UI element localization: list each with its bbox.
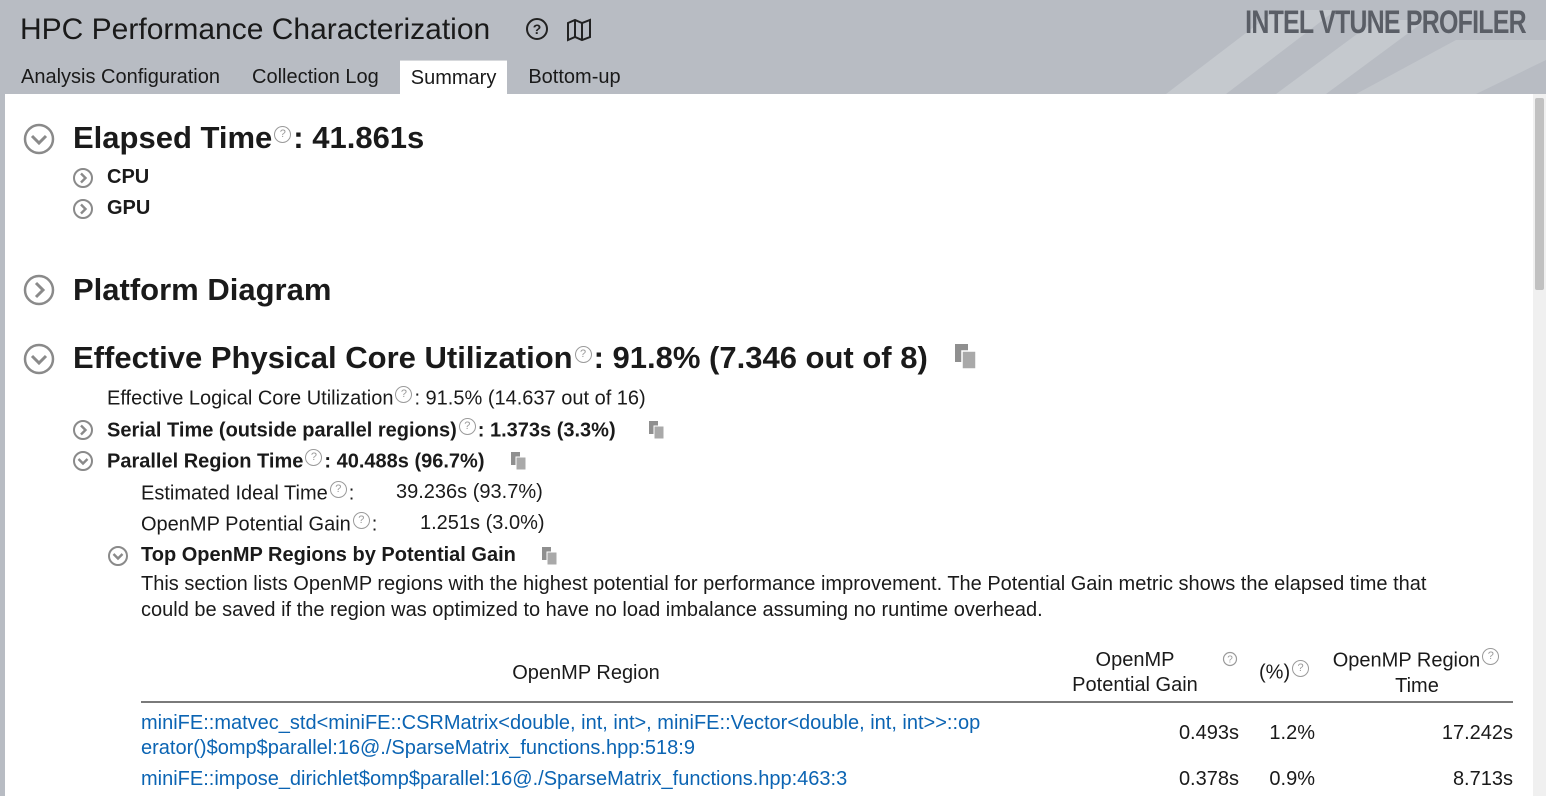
expand-serial-time-icon[interactable] — [72, 419, 94, 441]
parallel-time-row: Parallel Region Time?: 40.488s (96.7%) — [107, 449, 484, 474]
elapsed-time-heading: Elapsed Time?: 41.861s — [73, 120, 424, 156]
scrollbar-thumb[interactable] — [1535, 98, 1544, 290]
serial-time-label: Serial Time (outside parallel regions) — [107, 419, 457, 442]
summary-panel: Elapsed Time?: 41.861s CPU GPU Platform … — [5, 94, 1533, 796]
collapse-core-util-icon[interactable] — [22, 342, 56, 376]
gpu-label[interactable]: GPU — [107, 197, 150, 220]
help-icon[interactable]: ? — [458, 418, 476, 435]
col-header-gain-line1: OpenMP — [1095, 649, 1175, 671]
help-icon[interactable]: ? — [574, 345, 592, 363]
elapsed-time-label: Elapsed Time — [73, 120, 273, 155]
ideal-time-label-wrap: Estimated Ideal Time?: — [141, 481, 354, 506]
brand-logo: INTEL VTUNE PROFILER — [1245, 4, 1526, 40]
help-icon[interactable]: ? — [1222, 651, 1238, 667]
table-row-region-link[interactable]: miniFE::matvec_std<miniFE::CSRMatrix<dou… — [141, 711, 980, 761]
book-map-icon[interactable] — [565, 16, 591, 42]
tab-summary[interactable]: Summary — [399, 60, 508, 94]
potential-gain-label-wrap: OpenMP Potential Gain?: — [141, 512, 377, 537]
cpu-label[interactable]: CPU — [107, 166, 149, 189]
table-cell-gain: 0.493s — [1178, 722, 1239, 744]
vertical-scrollbar[interactable] — [1533, 94, 1546, 796]
page-title: HPC Performance Characterization — [20, 13, 491, 46]
elapsed-time-value: : 41.861s — [293, 120, 425, 155]
ideal-time-colon: : — [348, 482, 355, 505]
potential-gain-value: 1.251s (3.0%) — [420, 512, 545, 534]
table-cell-gain: 0.378s — [1178, 768, 1239, 790]
table-cell-time: 17.242s — [1441, 722, 1513, 744]
col-header-pct[interactable]: (%)? — [1259, 660, 1311, 685]
copy-icon[interactable] — [541, 546, 559, 566]
potential-gain-colon: : — [371, 513, 378, 536]
serial-time-row: Serial Time (outside parallel regions)?:… — [107, 418, 616, 443]
copy-icon[interactable] — [648, 420, 666, 440]
help-icon[interactable]: ? — [305, 449, 323, 466]
tab-bottom-up[interactable]: Bottom-up — [517, 60, 631, 94]
help-icon[interactable]: ? — [524, 16, 550, 42]
region-link-line2[interactable]: erator()$omp$parallel:16@./SparseMatrix_… — [141, 736, 980, 761]
col-header-time-line2: Time — [1395, 674, 1439, 697]
help-icon[interactable]: ? — [1482, 648, 1500, 665]
logical-core-util-value: : 91.5% (14.637 out of 16) — [414, 387, 646, 410]
table-header-divider — [141, 701, 1513, 703]
svg-text:?: ? — [1227, 655, 1233, 666]
core-util-label: Effective Physical Core Utilization — [73, 340, 573, 375]
parallel-time-value: : 40.488s (96.7%) — [324, 450, 485, 473]
table-row-region-link[interactable]: miniFE::impose_dirichlet$omp$parallel:16… — [141, 768, 847, 791]
top-regions-description-line1: This section lists OpenMP regions with t… — [141, 573, 1427, 595]
col-header-gain[interactable]: OpenMP Potential Gain — [1060, 648, 1210, 698]
potential-gain-label: OpenMP Potential Gain — [141, 513, 351, 536]
top-regions-description-line2: could be saved if the region was optimiz… — [141, 599, 1043, 621]
logical-core-util-label: Effective Logical Core Utilization — [107, 387, 394, 410]
collapse-top-regions-icon[interactable] — [107, 545, 129, 567]
core-util-heading: Effective Physical Core Utilization?: 91… — [73, 340, 928, 376]
tab-collection-log[interactable]: Collection Log — [241, 60, 390, 94]
col-header-time[interactable]: OpenMP Region? Time — [1327, 648, 1507, 699]
help-icon[interactable]: ? — [1292, 660, 1310, 677]
help-icon[interactable]: ? — [352, 512, 370, 529]
platform-diagram-heading: Platform Diagram — [73, 272, 332, 307]
ideal-time-label: Estimated Ideal Time — [141, 482, 328, 505]
svg-text:?: ? — [533, 21, 542, 37]
serial-time-value: : 1.373s (3.3%) — [477, 419, 616, 442]
col-header-region[interactable]: OpenMP Region — [141, 661, 1031, 686]
copy-icon[interactable] — [510, 451, 528, 471]
table-cell-pct: 1.2% — [1269, 722, 1315, 744]
app-header: INTEL VTUNE PROFILER HPC Performance Cha… — [0, 0, 1546, 94]
region-link-line1[interactable]: miniFE::matvec_std<miniFE::CSRMatrix<dou… — [141, 711, 980, 736]
col-header-gain-line2: Potential Gain — [1072, 674, 1198, 696]
expand-gpu-icon[interactable] — [72, 198, 94, 220]
table-cell-pct: 0.9% — [1269, 768, 1315, 790]
collapse-elapsed-icon[interactable] — [22, 122, 56, 156]
core-util-value: : 91.8% (7.346 out of 8) — [593, 340, 928, 375]
logical-core-util-row: Effective Logical Core Utilization?: 91.… — [107, 386, 646, 411]
table-cell-time: 8.713s — [1452, 768, 1513, 790]
tab-analysis-configuration[interactable]: Analysis Configuration — [10, 60, 231, 94]
parallel-time-label: Parallel Region Time — [107, 450, 304, 473]
help-icon[interactable]: ? — [329, 481, 347, 498]
copy-icon[interactable] — [953, 343, 979, 371]
col-header-pct-label: (%) — [1259, 661, 1291, 684]
tab-bar: Analysis Configuration Collection Log Su… — [10, 60, 642, 94]
top-regions-heading: Top OpenMP Regions by Potential Gain — [141, 544, 516, 566]
ideal-time-value: 39.236s (93.7%) — [396, 481, 543, 503]
help-icon[interactable]: ? — [395, 386, 413, 403]
help-icon[interactable]: ? — [274, 125, 292, 143]
col-header-time-line1: OpenMP Region — [1332, 649, 1481, 672]
expand-platform-icon[interactable] — [22, 273, 56, 307]
collapse-parallel-time-icon[interactable] — [72, 450, 94, 472]
expand-cpu-icon[interactable] — [72, 167, 94, 189]
